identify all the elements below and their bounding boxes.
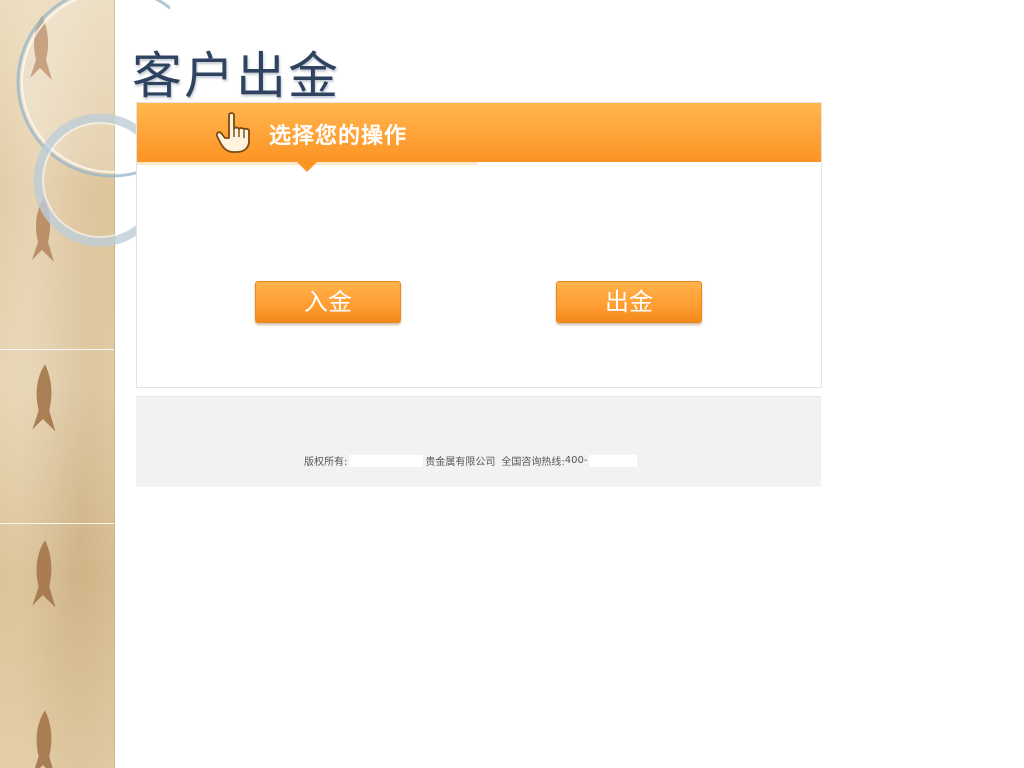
page-title: 客户出金: [132, 47, 340, 105]
withdraw-button[interactable]: 出金: [556, 281, 702, 323]
pointing-hand-icon: [215, 112, 250, 153]
fish-fossil-icon: [32, 540, 56, 608]
fish-fossil-icon: [34, 710, 53, 768]
operation-panel: 选择您的操作 入金 出金: [136, 102, 822, 388]
redacted-phone-number: [589, 454, 638, 467]
strip-divider: [0, 349, 114, 350]
deposit-button[interactable]: 入金: [255, 281, 401, 323]
footer-copyright-line: 版权所有: 贵金属有限公司 全国咨询热线: 400-: [304, 453, 638, 468]
panel-title: 选择您的操作: [269, 124, 408, 149]
redacted-company-name: [349, 454, 424, 467]
footer: 版权所有: 贵金属有限公司 全国咨询热线: 400-: [136, 396, 821, 487]
copyright-prefix: 版权所有:: [304, 457, 348, 468]
hotline-prefix: 全国咨询热线:: [501, 457, 565, 468]
fish-fossil-icon: [32, 364, 56, 432]
strip-divider: [0, 523, 114, 524]
company-suffix: 贵金属有限公司: [425, 457, 496, 468]
panel-header: 选择您的操作: [137, 103, 821, 172]
hotline-number: 400-: [564, 455, 588, 466]
slide: 客户出金 选择您的操作 入金 出金 版权所有: 贵金属有限公司 全国咨询热线: …: [0, 0, 1024, 768]
header-pointer-notch: [297, 162, 317, 172]
